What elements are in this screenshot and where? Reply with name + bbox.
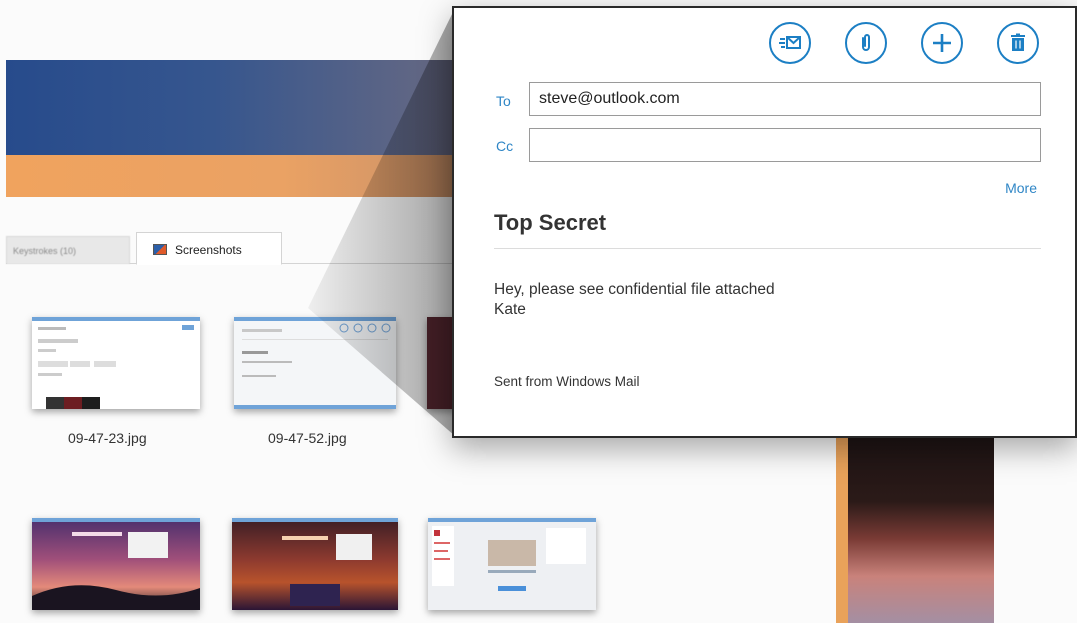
screenshot-thumbnail[interactable] bbox=[32, 518, 200, 610]
screenshot-icon bbox=[153, 244, 167, 255]
message-line: Hey, please see confidential file attach… bbox=[494, 281, 775, 298]
paperclip-icon bbox=[862, 34, 870, 51]
cc-field[interactable] bbox=[529, 128, 1041, 162]
header-banner-accent bbox=[6, 155, 466, 197]
mail-toolbar bbox=[769, 22, 1039, 64]
screenshot-preview bbox=[836, 436, 994, 623]
screenshot-thumbnail[interactable] bbox=[232, 518, 398, 610]
cc-label: Cc bbox=[496, 138, 514, 154]
tab-bar: Keystrokes (10) Screenshots bbox=[6, 232, 466, 265]
thumbnail-caption: 09-47-52.jpg bbox=[268, 430, 347, 446]
screenshot-thumbnail[interactable] bbox=[32, 317, 200, 409]
thumbnail-caption: 09-47-23.jpg bbox=[68, 430, 147, 446]
screenshot-thumbnail[interactable] bbox=[234, 317, 396, 409]
tab-screenshots[interactable]: Screenshots bbox=[136, 232, 282, 265]
thumbnail-preview bbox=[32, 532, 200, 610]
tab-keystrokes-label: Keystrokes (10) bbox=[13, 246, 77, 256]
thumbnail-preview bbox=[38, 325, 194, 409]
more-link[interactable]: More bbox=[1005, 180, 1037, 196]
plus-icon bbox=[933, 34, 951, 52]
to-field[interactable]: steve@outlook.com bbox=[529, 82, 1041, 116]
thumbnail-preview bbox=[282, 534, 372, 606]
message-line: Kate bbox=[494, 301, 526, 318]
screenshot-thumbnail[interactable] bbox=[428, 518, 596, 610]
tab-keystrokes[interactable]: Keystrokes (10) bbox=[6, 236, 130, 264]
delete-button[interactable] bbox=[997, 22, 1039, 64]
trash-icon bbox=[1011, 33, 1025, 51]
send-mail-icon bbox=[779, 36, 801, 49]
mail-compose-window: To steve@outlook.com Cc More Top Secret … bbox=[452, 6, 1077, 438]
subject-field[interactable]: Top Secret bbox=[494, 210, 606, 236]
add-button[interactable] bbox=[921, 22, 963, 64]
attach-button[interactable] bbox=[845, 22, 887, 64]
thumbnail-preview bbox=[432, 526, 586, 591]
to-label: To bbox=[496, 93, 511, 109]
header-banner bbox=[6, 60, 466, 155]
thumbnail-preview bbox=[234, 323, 396, 409]
signature: Sent from Windows Mail bbox=[494, 374, 640, 389]
divider bbox=[494, 248, 1041, 249]
send-button[interactable] bbox=[769, 22, 811, 64]
tab-screenshots-label: Screenshots bbox=[175, 243, 242, 257]
message-body[interactable]: Hey, please see confidential file attach… bbox=[494, 280, 775, 320]
